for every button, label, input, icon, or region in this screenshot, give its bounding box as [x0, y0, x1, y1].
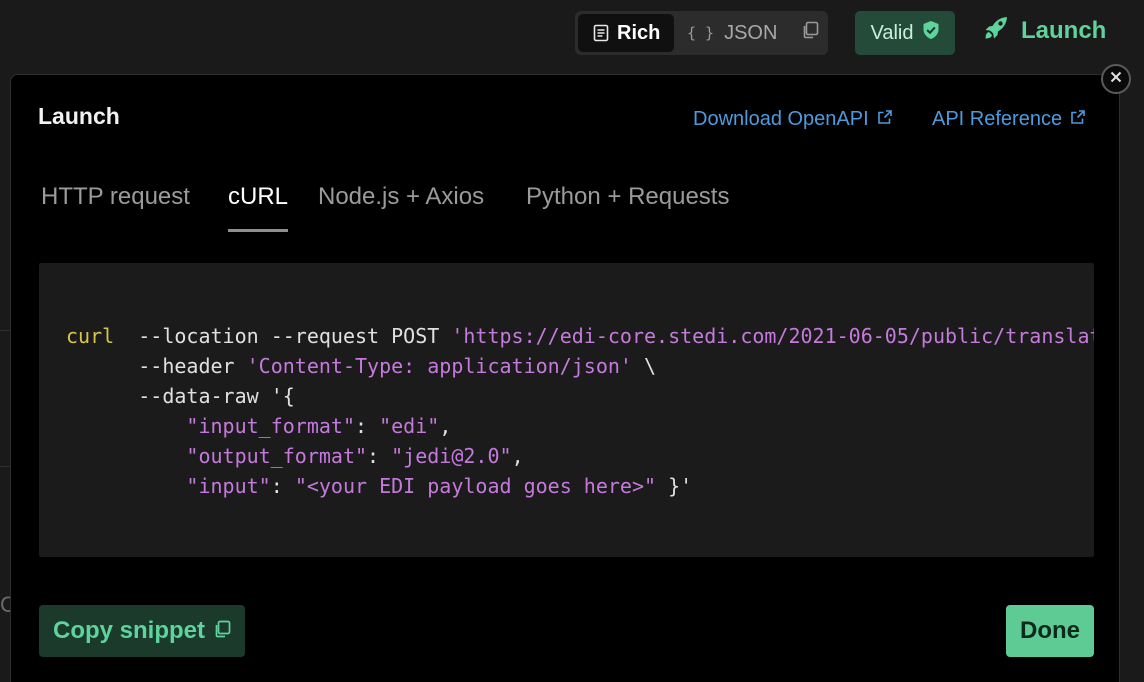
code-token-str: "<your EDI payload goes here>" [294, 474, 657, 498]
code-snippet-panel[interactable]: curl --location --request POST 'https://… [39, 263, 1094, 557]
code-token-str: "jedi@2.0" [391, 444, 512, 468]
view-mode-switch: Rich { } JSON [575, 11, 828, 55]
launch-button[interactable]: Launch [983, 13, 1106, 49]
background-divider [0, 330, 10, 331]
done-button[interactable]: Done [1006, 605, 1094, 657]
launch-modal: Launch Download OpenAPI API Reference HT… [10, 74, 1120, 682]
valid-label: Valid [870, 21, 914, 44]
code-line: --data-raw '{ [66, 381, 1094, 411]
code-token-txt: , [439, 414, 452, 438]
code-token-txt: , [511, 444, 524, 468]
view-mode-rich-button[interactable]: Rich [578, 14, 674, 52]
tab-python-requests[interactable]: Python + Requests [526, 181, 729, 231]
code-line: curl --location --request POST 'https://… [66, 321, 1094, 351]
code-token-txt: : [355, 414, 380, 438]
code-token-txt: }' [656, 474, 693, 498]
code-token-txt: \ [631, 354, 657, 378]
code-line: "input": "<your EDI payload goes here>" … [66, 471, 1094, 501]
close-icon [1110, 70, 1122, 88]
launch-label: Launch [1021, 17, 1107, 44]
code-line: --header 'Content-Type: application/json… [66, 351, 1094, 381]
view-mode-json-label: JSON [724, 21, 778, 44]
code-token-str: "input" [186, 474, 271, 498]
code-token-txt: : [367, 444, 392, 468]
code-token-str: "input_format" [186, 414, 355, 438]
app-screen: C Rich { } JSON Valid Launch Launch Down… [0, 0, 1144, 682]
background-divider [0, 466, 10, 467]
copy-icon [801, 21, 819, 45]
document-icon [593, 24, 609, 42]
external-link-icon [869, 108, 893, 131]
code-token-txt: --location --request POST [114, 324, 452, 348]
download-openapi-link[interactable]: Download OpenAPI [693, 108, 893, 131]
tab-curl[interactable]: cURL [228, 181, 289, 232]
close-modal-button[interactable] [1101, 64, 1131, 94]
external-link-icon [1062, 108, 1086, 131]
code-token-txt: : [270, 474, 295, 498]
api-reference-label: API Reference [932, 108, 1063, 130]
copy-document-button[interactable] [796, 14, 824, 52]
modal-title: Launch [38, 103, 120, 129]
code-token-str: 'Content-Type: application/json' [246, 354, 632, 378]
tab-nodejs-axios[interactable]: Node.js + Axios [318, 181, 484, 231]
copy-snippet-label: Copy snippet [52, 617, 205, 644]
code-line: "output_format": "jedi@2.0", [66, 441, 1094, 471]
code-token-str: "edi" [379, 414, 440, 438]
code-snippet: curl --location --request POST 'https://… [66, 321, 1094, 501]
rocket-icon [983, 15, 1021, 48]
view-mode-rich-label: Rich [617, 21, 661, 44]
braces-icon: { } [687, 24, 715, 42]
code-token-str: 'https://edi-core.stedi.com/2021-06-05/p… [451, 324, 1094, 348]
tab-http-request[interactable]: HTTP request [41, 181, 190, 231]
copy-snippet-button[interactable]: Copy snippet [39, 605, 245, 657]
code-token-txt: --data-raw '{ [66, 384, 295, 408]
shield-check-icon [914, 20, 940, 46]
api-reference-link[interactable]: API Reference [932, 108, 1086, 131]
copy-icon [205, 617, 231, 645]
validation-status-badge[interactable]: Valid [855, 11, 955, 55]
view-mode-json-button[interactable]: { } JSON [687, 14, 787, 52]
top-toolbar: Rich { } JSON Valid Launch [0, 0, 1144, 68]
code-line: "input_format": "edi", [66, 411, 1094, 441]
code-token-str: "output_format" [186, 444, 368, 468]
code-token-txt: --header [66, 354, 247, 378]
download-openapi-label: Download OpenAPI [693, 108, 869, 130]
code-token-cmd: curl [66, 324, 115, 348]
